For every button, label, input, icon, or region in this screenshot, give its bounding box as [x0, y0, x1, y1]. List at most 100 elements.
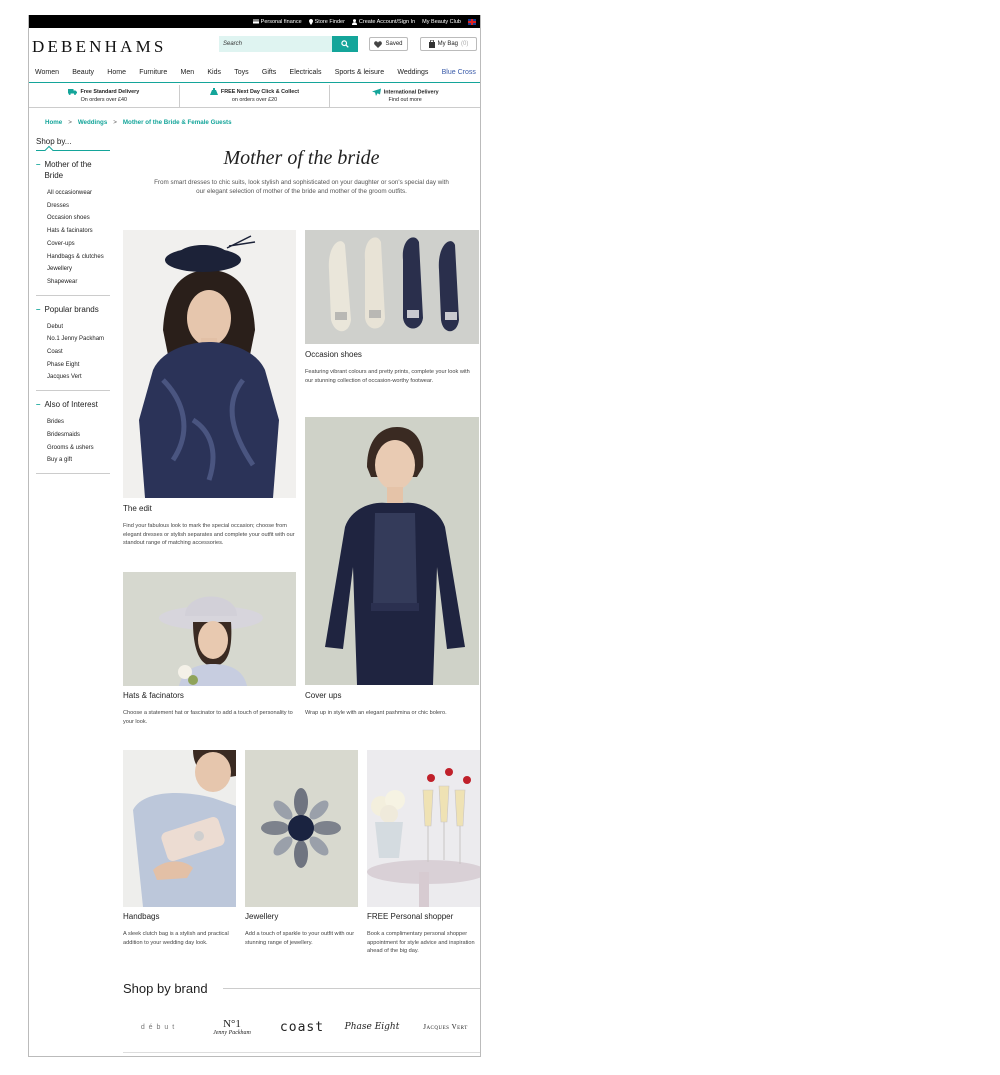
nav-item-blue-cross[interactable]: Blue Cross — [442, 69, 476, 76]
occasion-shoes-description: Featuring vibrant colours and pretty pri… — [305, 369, 470, 384]
search-input[interactable]: Search — [219, 36, 332, 52]
nav-item-electricals[interactable]: Electricals — [290, 69, 322, 76]
my-bag-button[interactable]: My Bag (0) — [420, 37, 477, 51]
saved-button[interactable]: Saved — [369, 37, 408, 51]
sidebar-item-handbags[interactable]: Handbags & clutches — [47, 251, 110, 264]
personal-shopper-image[interactable] — [367, 750, 480, 907]
debenhams-logo[interactable]: DEBENHAMS — [32, 37, 167, 57]
sidebar-item-brides[interactable]: Brides — [47, 416, 110, 429]
sidebar-item-cover-ups[interactable]: Cover-ups — [47, 238, 110, 251]
personal-shopper-caption[interactable]: FREE Personal shopper — [367, 912, 453, 921]
jewellery-caption[interactable]: Jewellery — [245, 912, 278, 921]
nav-item-home[interactable]: Home — [107, 69, 126, 76]
truck-icon — [68, 88, 78, 95]
card-icon — [252, 19, 259, 24]
breadcrumb-separator: > — [113, 119, 117, 126]
header: DEBENHAMS Search Saved My Bag (0) — [29, 28, 480, 62]
jewellery-description: Add a touch of sparkle to your outfit wi… — [245, 931, 355, 946]
nav-item-weddings[interactable]: Weddings — [397, 69, 428, 76]
plane-icon — [371, 88, 381, 96]
shop-by-heading: Shop by... — [36, 137, 110, 151]
section-divider — [223, 988, 480, 989]
occasion-shoes-image[interactable] — [305, 230, 479, 344]
sidebar-item-bridesmaids[interactable]: Bridesmaids — [47, 429, 110, 442]
hats-description: Choose a statement hat or fascinator to … — [123, 710, 293, 725]
nav-item-gifts[interactable]: Gifts — [262, 69, 276, 76]
brand-logo-jenny-packham[interactable]: N°1 Jenny Packham — [199, 1012, 265, 1042]
the-edit-caption[interactable]: The edit — [123, 504, 152, 513]
sidebar-group-toggle[interactable]: – Popular brands — [36, 304, 110, 315]
brand-logo-phase-eight[interactable]: Phase Eight — [337, 1012, 407, 1042]
cover-ups-image[interactable] — [305, 417, 479, 685]
sidebar-item-grooms[interactable]: Grooms & ushers — [47, 442, 110, 455]
uk-flag-icon[interactable] — [468, 18, 476, 25]
page: Personal finance Store Finder Create Acc… — [28, 15, 481, 1057]
brand-logo-coast[interactable]: coast — [273, 1012, 331, 1042]
search-button[interactable] — [332, 36, 358, 52]
hats-caption[interactable]: Hats & facinators — [123, 691, 184, 700]
jewellery-image[interactable] — [245, 750, 358, 907]
delivery-banner: Free Standard Delivery On orders over £4… — [29, 85, 480, 108]
brand-logo-debut[interactable]: d é b u t — [123, 1012, 193, 1042]
account-link[interactable]: Create Account/Sign In — [351, 18, 415, 25]
the-edit-image[interactable] — [123, 230, 296, 498]
utility-bar: Personal finance Store Finder Create Acc… — [29, 15, 480, 28]
sidebar-group-toggle[interactable]: – Also of Interest — [36, 399, 110, 410]
click-collect-promo[interactable]: FREE Next Day Click & Collect on orders … — [178, 85, 330, 107]
sidebar: Shop by... – Mother of the Bride All occa… — [36, 137, 110, 474]
hats-image[interactable] — [123, 572, 296, 686]
nav-item-women[interactable]: Women — [35, 69, 59, 76]
handbags-image[interactable] — [123, 750, 236, 907]
international-delivery-promo[interactable]: International Delivery Find out more — [329, 85, 480, 107]
shop-by-brand-heading: Shop by brand — [123, 981, 208, 996]
sidebar-group-also-of-interest: – Also of Interest Brides Bridesmaids Gro… — [36, 391, 110, 474]
nav-item-furniture[interactable]: Furniture — [139, 69, 167, 76]
breadcrumb: Home > Weddings > Mother of the Bride & Fema… — [45, 119, 232, 126]
sidebar-item-debut[interactable]: Debut — [47, 321, 110, 334]
sidebar-item-jenny-packham[interactable]: No.1 Jenny Packham — [47, 333, 110, 346]
breadcrumb-home[interactable]: Home — [45, 119, 62, 126]
brand-logos: d é b u t N°1 Jenny Packham coast Phase … — [123, 1012, 480, 1042]
location-pin-icon — [308, 18, 313, 25]
page-title: Mother of the bride — [223, 147, 380, 169]
search-icon — [341, 40, 349, 48]
bag-icon — [428, 40, 435, 48]
nav-item-kids[interactable]: Kids — [207, 69, 221, 76]
click-collect-icon — [209, 88, 218, 96]
footer-divider — [123, 1052, 480, 1053]
minus-icon: – — [36, 400, 41, 410]
handbags-caption[interactable]: Handbags — [123, 912, 159, 921]
breadcrumb-current[interactable]: Mother of the Bride & Female Guests — [123, 119, 232, 126]
sidebar-item-buy-a-gift[interactable]: Buy a gift — [47, 454, 110, 467]
sidebar-group-mother-of-bride: – Mother of the Bride All occasionwear Dr… — [36, 151, 110, 296]
occasion-shoes-caption[interactable]: Occasion shoes — [305, 350, 362, 359]
beauty-club-link[interactable]: My Beauty Club — [422, 19, 461, 25]
breadcrumb-separator: > — [68, 119, 72, 126]
cover-ups-caption[interactable]: Cover ups — [305, 691, 341, 700]
brand-logo-jacques-vert[interactable]: Jacques Vert — [411, 1012, 480, 1042]
user-icon — [351, 18, 357, 25]
personal-finance-link[interactable]: Personal finance — [252, 19, 302, 25]
breadcrumb-weddings[interactable]: Weddings — [78, 119, 107, 126]
sidebar-item-coast[interactable]: Coast — [47, 346, 110, 359]
nav-item-men[interactable]: Men — [181, 69, 195, 76]
sidebar-item-shapewear[interactable]: Shapewear — [47, 276, 110, 289]
personal-shopper-description: Book a complimentary personal shopper ap… — [367, 931, 475, 955]
nav-item-toys[interactable]: Toys — [234, 69, 248, 76]
free-delivery-promo[interactable]: Free Standard Delivery On orders over £4… — [29, 85, 179, 107]
sidebar-group-toggle[interactable]: – Mother of the Bride — [36, 159, 110, 181]
sidebar-item-phase-eight[interactable]: Phase Eight — [47, 359, 110, 372]
sidebar-item-all-occasionwear[interactable]: All occasionwear — [47, 187, 110, 200]
handbags-description: A sleek clutch bag is a stylish and prac… — [123, 931, 229, 946]
sidebar-item-hats[interactable]: Hats & facinators — [47, 225, 110, 238]
the-edit-description: Find your fabulous look to mark the spec… — [123, 523, 295, 547]
sidebar-item-jacques-vert[interactable]: Jacques Vert — [47, 371, 110, 384]
sidebar-item-occasion-shoes[interactable]: Occasion shoes — [47, 212, 110, 225]
page-intro: From smart dresses to chic suits, look s… — [154, 179, 449, 195]
sidebar-item-jewellery[interactable]: Jewellery — [47, 263, 110, 276]
sidebar-item-dresses[interactable]: Dresses — [47, 200, 110, 213]
sidebar-group-popular-brands: – Popular brands Debut No.1 Jenny Packham… — [36, 296, 110, 392]
store-finder-link[interactable]: Store Finder — [308, 18, 345, 25]
nav-item-sports[interactable]: Sports & leisure — [335, 69, 384, 76]
nav-item-beauty[interactable]: Beauty — [72, 69, 94, 76]
